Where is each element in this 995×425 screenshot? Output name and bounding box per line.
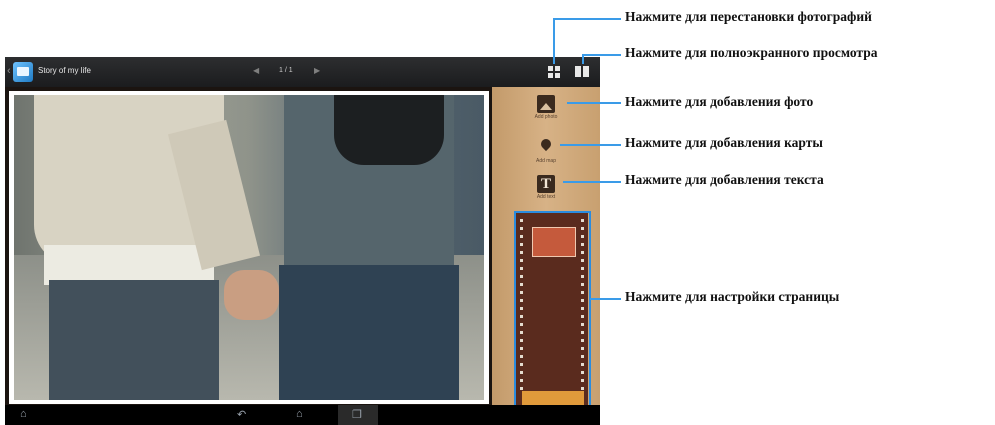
home-icon[interactable]: ⌂ — [20, 408, 27, 420]
callout-line-fullscreen-v — [582, 54, 584, 64]
callout-line-fullscreen-h — [582, 54, 621, 56]
text-icon: T — [537, 175, 555, 193]
add-text-label: Add text — [536, 194, 556, 200]
back-caret-icon[interactable]: ‹ — [7, 65, 11, 77]
callout-page-settings: Нажмите для настройки страницы — [625, 289, 840, 304]
add-photo-icon — [537, 95, 555, 113]
callout-fullscreen: Нажмите для полноэкранного просмотра — [625, 45, 878, 60]
add-text-button[interactable]: T Add text — [516, 175, 576, 200]
page-photo-frame[interactable] — [9, 91, 489, 404]
map-pin-icon — [537, 139, 555, 157]
add-map-button[interactable]: Add map — [516, 139, 576, 164]
callout-line-rearrange-h — [553, 18, 621, 20]
next-page-icon[interactable]: ▶ — [314, 66, 320, 75]
fullscreen-book-icon[interactable] — [575, 65, 589, 78]
home-button-icon[interactable]: ⌂ — [296, 408, 303, 420]
app-icon[interactable] — [13, 62, 33, 82]
add-photo-button[interactable]: Add photo — [516, 95, 576, 120]
callout-add-map: Нажмите для добавления карты — [625, 135, 823, 150]
rearrange-grid-icon[interactable] — [548, 66, 560, 78]
callout-add-photo: Нажмите для добавления фото — [625, 94, 814, 109]
action-bar: ‹ Story of my life ◀ 1 / 1 ▶ — [5, 57, 600, 87]
back-icon[interactable]: ↶ — [237, 408, 246, 421]
add-photo-label: Add photo — [534, 114, 558, 120]
couple-photo — [14, 95, 484, 400]
tablet-screen: ‹ Story of my life ◀ 1 / 1 ▶ Add photo A… — [5, 57, 600, 425]
callout-line-add-text — [563, 181, 621, 183]
filmstrip-highlight — [514, 211, 591, 411]
callout-line-rearrange-v — [553, 18, 555, 64]
callout-line-page-settings — [590, 298, 621, 300]
prev-page-icon[interactable]: ◀ — [253, 66, 259, 75]
callout-line-add-map — [560, 144, 621, 146]
page-indicator: 1 / 1 — [279, 67, 293, 74]
story-title: Story of my life — [38, 66, 91, 75]
callout-line-add-photo — [567, 102, 621, 104]
system-nav-bar: ⌂ ↶ ⌂ ❐ — [5, 405, 600, 425]
recent-apps-icon[interactable]: ❐ — [352, 408, 362, 421]
callout-add-text: Нажмите для добавления текста — [625, 172, 824, 187]
callout-rearrange: Нажмите для перестановки фотографий — [625, 9, 872, 24]
add-map-label: Add map — [535, 158, 556, 164]
